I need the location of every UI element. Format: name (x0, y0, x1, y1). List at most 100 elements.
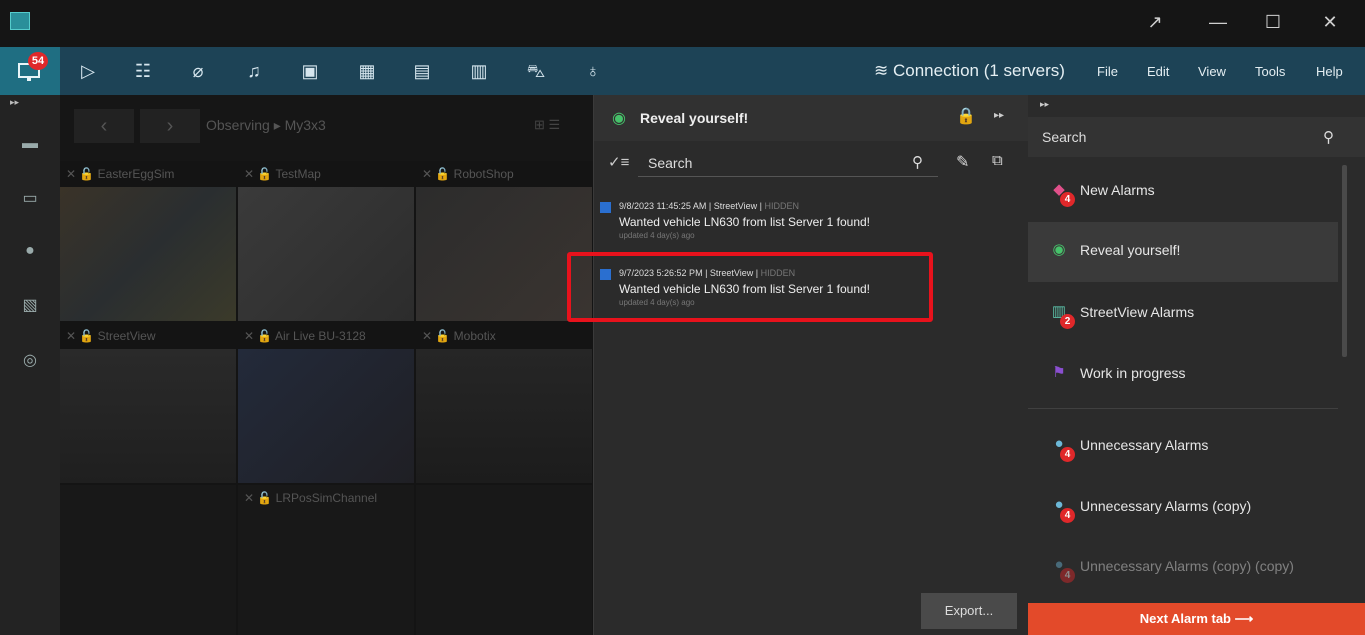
cell-title: ✕ 🔓 RobotShop (422, 167, 514, 181)
alarm-message: Wanted vehicle LN630 from list Server 1 … (619, 282, 871, 296)
copy-icon[interactable]: ⧉ (992, 152, 1003, 169)
close-button[interactable]: ✕ (1315, 12, 1345, 33)
tab-badge: 4 (1060, 508, 1075, 523)
camera-image (60, 187, 236, 321)
stack-icon: ≋ (874, 61, 893, 80)
tab-label: StreetView Alarms (1080, 304, 1195, 320)
camera-image (238, 187, 414, 321)
map-icon[interactable]: ● (18, 242, 42, 262)
video-cell[interactable]: ✕ 🔓 Mobotix (416, 323, 592, 483)
car-icon[interactable]: ⛍ (524, 59, 548, 83)
tab-search-bar: Search ⚲ (1028, 117, 1365, 157)
tab-badge: 4 (1060, 568, 1075, 583)
layout-icon[interactable]: ☷ (131, 59, 155, 83)
archive-nav-icon[interactable]: ▭ (18, 188, 42, 208)
camera-off-icon[interactable]: ⌀ (186, 59, 210, 83)
alarm-tabs-panel: ▸▸ Search ⚲ ◆ 4 New Alarms ◉ Reveal your… (1028, 95, 1365, 635)
maximize-button[interactable]: ☐ (1258, 12, 1288, 33)
connection-status[interactable]: ≋ Connection (1 servers) (874, 61, 1065, 81)
cell-title: ✕ 🔓 EasterEggSim (66, 167, 175, 181)
search-icon[interactable]: ⚲ (1323, 128, 1334, 146)
camera-image (416, 187, 592, 321)
cameras-icon[interactable]: ▬ (18, 135, 42, 155)
tab-badge: 4 (1060, 447, 1075, 462)
video-cell[interactable]: ✕ 🔓 RobotShop (416, 161, 592, 321)
tab-label: Work in progress (1080, 365, 1186, 381)
video-cell[interactable]: ✕ 🔓 TestMap (238, 161, 414, 321)
alarm-updated: updated 4 day(s) ago (619, 298, 695, 307)
menu-view[interactable]: View (1198, 64, 1226, 79)
menu-file[interactable]: File (1097, 64, 1118, 79)
tab-unnecessary-alarms-copy-copy[interactable]: ● 4 Unnecessary Alarms (copy) (copy) (1028, 538, 1338, 598)
tab-label: Reveal yourself! (1080, 242, 1181, 258)
chart-icon[interactable]: ▥ (467, 59, 491, 83)
alarm-meta: 9/8/2023 11:45:25 AM | StreetView | HIDD… (619, 201, 799, 211)
alarm-item[interactable]: 9/7/2023 5:26:52 PM | StreetView | HIDDE… (594, 259, 1029, 315)
cell-title: ✕ 🔓 Mobotix (422, 329, 496, 343)
keypad-icon[interactable]: ▤ (410, 59, 434, 83)
menu-edit[interactable]: Edit (1147, 64, 1169, 79)
tab-badge: 2 (1060, 314, 1075, 329)
grid-icon[interactable]: ▦ (355, 59, 379, 83)
tab-work-in-progress[interactable]: ⚑ Work in progress (1028, 345, 1338, 405)
camera-image (416, 349, 592, 483)
alarm-meta: 9/7/2023 5:26:52 PM | StreetView | HIDDE… (619, 268, 796, 278)
alarm-checkbox[interactable] (600, 202, 611, 213)
alarm-panel: ◉ Reveal yourself! 🔒 ▸▸ ✓≡ Search ⚲ ✎ ⧉ … (593, 95, 1029, 635)
cell-title: ✕ 🔓 StreetView (66, 329, 156, 343)
cell-title: ✕ 🔓 LRPosSimChannel (244, 491, 378, 505)
eye-icon: ◉ (612, 110, 626, 127)
tab-label: Unnecessary Alarms (1080, 437, 1209, 453)
tab-label: Unnecessary Alarms (copy) (1080, 498, 1252, 514)
alarm-panel-header: ◉ Reveal yourself! 🔒 ▸▸ (594, 95, 1029, 141)
tab-search-input[interactable]: Search (1042, 129, 1086, 145)
alarm-checkbox[interactable] (600, 269, 611, 280)
flag-icon: ⚑ (1052, 364, 1066, 381)
expand-right-icon[interactable]: ▸▸ (1040, 99, 1049, 110)
video-cell[interactable]: ✕ 🔓 LRPosSimChannel (238, 485, 414, 635)
expand-icon[interactable]: ▸▸ (10, 97, 19, 108)
play-icon[interactable]: ▷ (76, 59, 100, 83)
minimize-button[interactable]: — (1203, 12, 1233, 33)
cell-title: ✕ 🔓 TestMap (244, 167, 321, 181)
edit-icon[interactable]: ✎ (956, 152, 969, 172)
search-icon[interactable]: ⚲ (912, 153, 923, 171)
alarm-search-input[interactable]: Search (638, 151, 938, 177)
tab-streetview-alarms[interactable]: ▥ 2 StreetView Alarms (1028, 284, 1338, 344)
archive-icon[interactable]: ▣ (298, 59, 322, 83)
tab-reveal-yourself[interactable]: ◉ Reveal yourself! (1028, 222, 1338, 282)
tab-unnecessary-alarms[interactable]: ● 4 Unnecessary Alarms (1028, 417, 1338, 477)
bell-icon[interactable]: ♫ (242, 59, 266, 83)
forward-button[interactable]: › (140, 109, 200, 143)
video-cell[interactable]: ✕ 🔓 EasterEggSim (60, 161, 236, 321)
tab-unnecessary-alarms-copy[interactable]: ● 4 Unnecessary Alarms (copy) (1028, 478, 1338, 538)
video-cell[interactable]: ✕ 🔓 StreetView (60, 323, 236, 483)
back-button[interactable]: ‹ (74, 109, 134, 143)
web-icon[interactable]: ◎ (18, 350, 42, 370)
video-cell[interactable] (416, 485, 592, 635)
camera-image (60, 349, 236, 483)
restore-icon[interactable]: ↗ (1140, 12, 1170, 33)
tab-badge: 4 (1060, 192, 1075, 207)
next-alarm-tab-button[interactable]: Next Alarm tab ⟶ (1028, 603, 1365, 635)
tab-label: Unnecessary Alarms (copy) (copy) (1080, 558, 1294, 574)
video-cell[interactable] (60, 485, 236, 635)
scrollbar[interactable] (1342, 165, 1347, 357)
camera-image (238, 349, 414, 483)
video-cell[interactable]: ✕ 🔓 Air Live BU-3128 (238, 323, 414, 483)
tab-new-alarms[interactable]: ◆ 4 New Alarms (1028, 162, 1338, 222)
app-icon (10, 12, 30, 30)
menu-tools[interactable]: Tools (1255, 64, 1285, 79)
menu-help[interactable]: Help (1316, 64, 1343, 79)
collapse-icon[interactable]: ▸▸ (994, 110, 1004, 121)
export-button[interactable]: Export... (921, 593, 1017, 629)
alarm-item[interactable]: 9/8/2023 11:45:25 AM | StreetView | HIDD… (594, 192, 1029, 248)
face-search-icon[interactable]: ♁ (581, 59, 605, 83)
title-bar: ↗ — ☐ ✕ (0, 0, 1365, 47)
export-nav-icon[interactable]: ▧ (18, 295, 42, 315)
monitor-button[interactable]: 54 (0, 47, 60, 95)
layout-options-icon[interactable]: ⊞ ☰ (534, 117, 560, 133)
lock-icon[interactable]: 🔒 (956, 106, 976, 126)
select-all-icon[interactable]: ✓≡ (608, 153, 629, 171)
tab-label: New Alarms (1080, 182, 1155, 198)
